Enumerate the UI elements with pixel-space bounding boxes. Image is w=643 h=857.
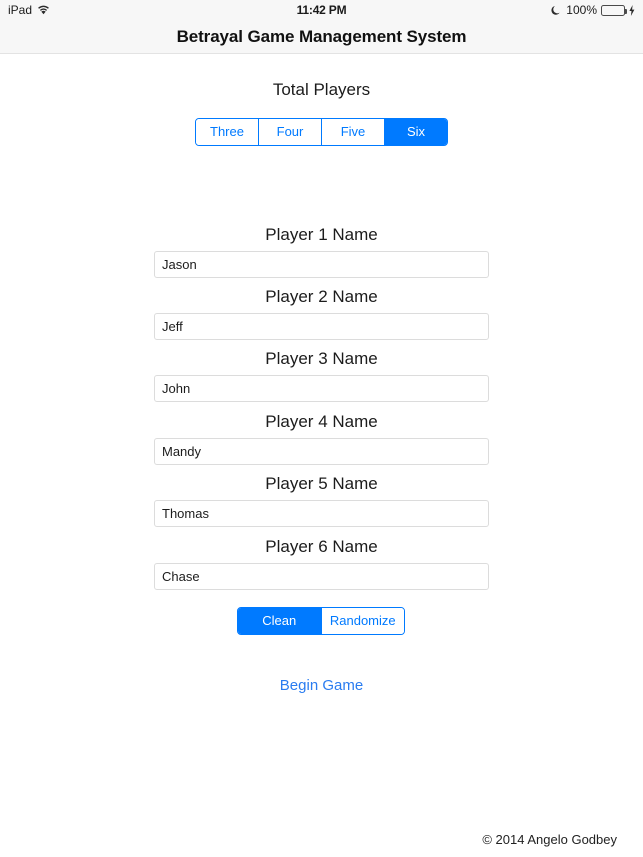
lightning-bolt-icon (629, 4, 635, 16)
segment-five[interactable]: Five (322, 119, 385, 145)
status-bar-right: 100% (455, 3, 635, 17)
segment-four[interactable]: Four (259, 119, 322, 145)
player-field-group-3: Player 3 Name (0, 349, 643, 402)
total-players-heading: Total Players (272, 80, 371, 99)
clean-button[interactable]: Clean (238, 608, 322, 634)
randomize-button[interactable]: Randomize (321, 608, 404, 634)
player-count-segmented-control[interactable]: Three Four Five Six (195, 118, 448, 146)
navigation-bar: Betrayal Game Management System (0, 20, 643, 54)
battery-icon (601, 4, 627, 16)
segment-three[interactable]: Three (196, 119, 259, 145)
copyright-footer: © 2014 Angelo Godbey (482, 832, 617, 847)
player-4-input[interactable] (154, 438, 489, 465)
wifi-icon (37, 5, 50, 15)
segment-six[interactable]: Six (385, 119, 447, 145)
player-2-input[interactable] (154, 313, 489, 340)
main-content: Total Players Three Four Five Six Player… (0, 55, 643, 857)
player-2-label: Player 2 Name (265, 287, 378, 306)
action-segmented-control[interactable]: Clean Randomize (237, 607, 405, 635)
page-title: Betrayal Game Management System (176, 26, 467, 46)
carrier-label: iPad (8, 3, 33, 17)
player-4-label: Player 4 Name (265, 412, 378, 431)
battery-percent-label: 100% (566, 3, 597, 17)
begin-game-link[interactable]: Begin Game (0, 677, 643, 694)
player-5-input[interactable] (154, 500, 489, 527)
status-bar-left: iPad (8, 3, 188, 17)
player-1-input[interactable] (154, 251, 489, 278)
player-6-label: Player 6 Name (265, 537, 378, 556)
player-1-label: Player 1 Name (265, 225, 378, 244)
player-5-label: Player 5 Name (265, 474, 378, 493)
player-3-input[interactable] (154, 375, 489, 402)
battery-nub (625, 8, 627, 14)
player-field-group-2: Player 2 Name (0, 287, 643, 340)
player-field-group-4: Player 4 Name (0, 412, 643, 465)
player-3-label: Player 3 Name (265, 349, 378, 368)
status-bar-time: 11:42 PM (296, 3, 347, 17)
status-bar: iPad 11:42 PM 100% (0, 0, 643, 20)
player-field-group-1: Player 1 Name (0, 225, 643, 278)
player-6-input[interactable] (154, 563, 489, 590)
player-field-group-6: Player 6 Name (0, 537, 643, 590)
player-field-group-5: Player 5 Name (0, 474, 643, 527)
moon-icon (551, 5, 562, 16)
